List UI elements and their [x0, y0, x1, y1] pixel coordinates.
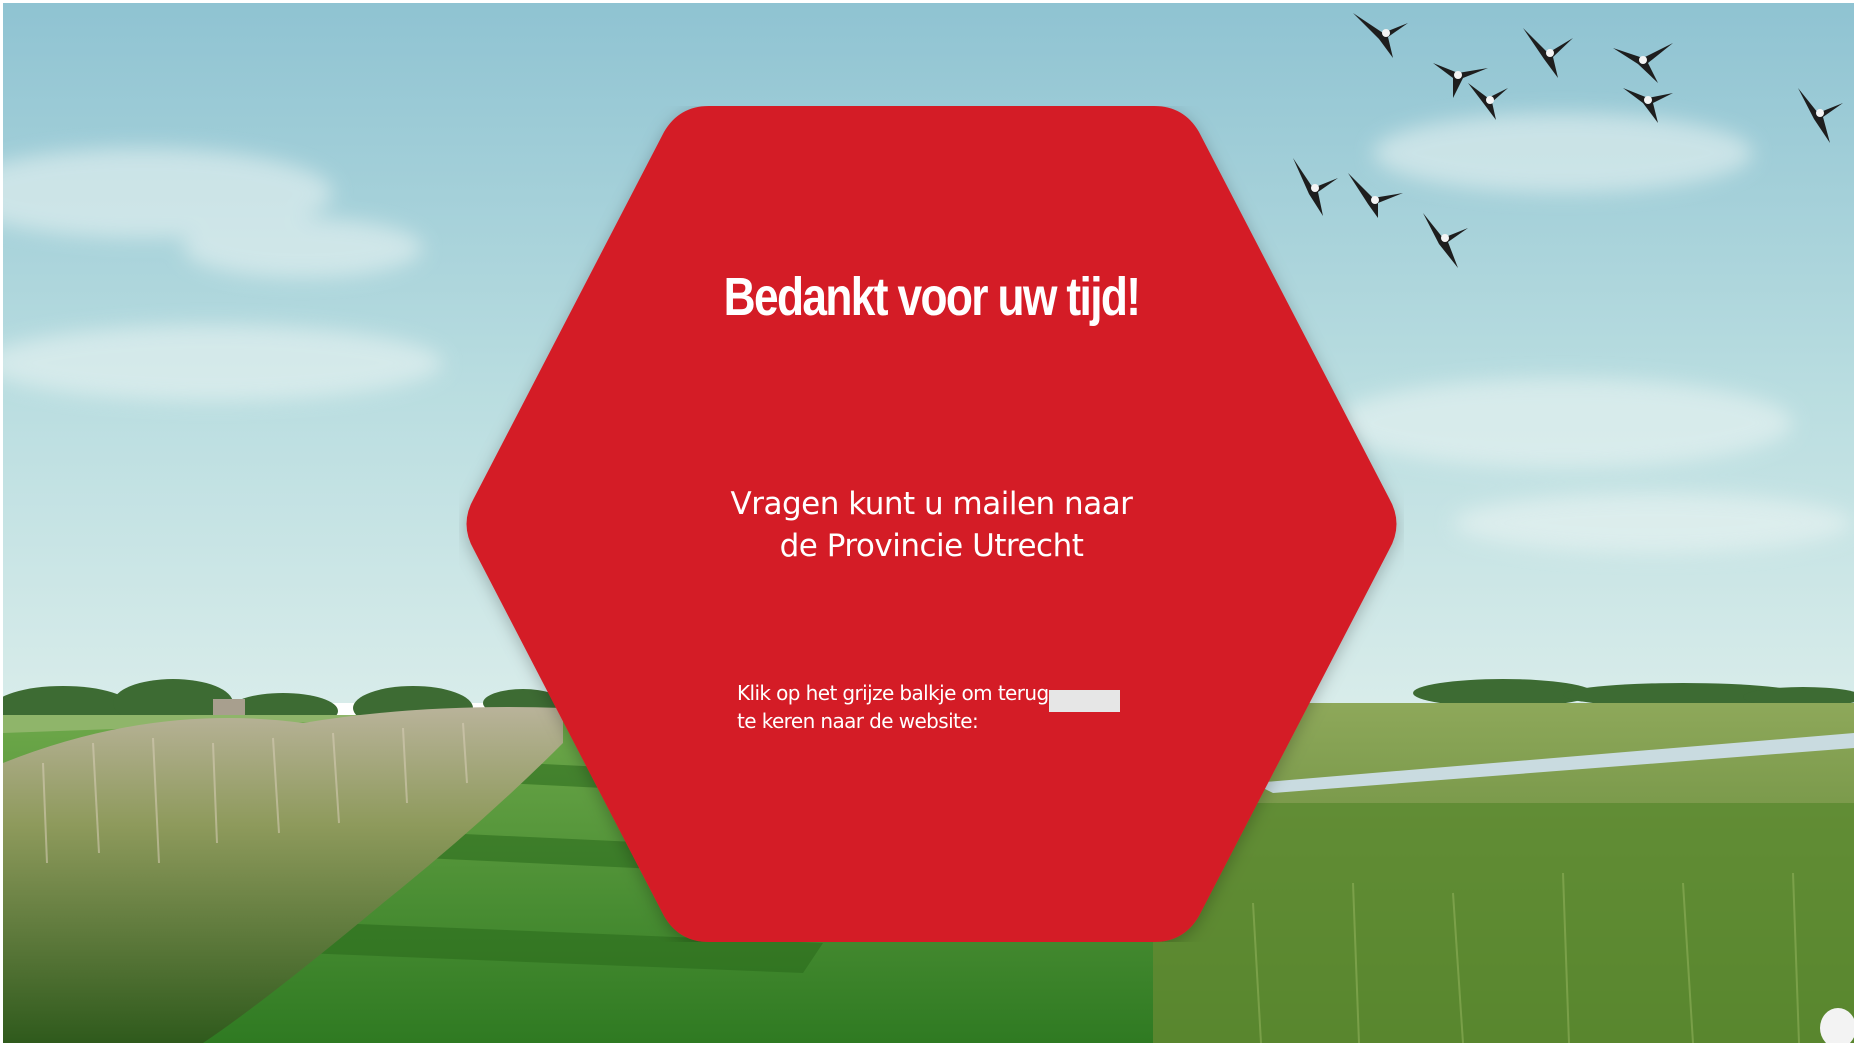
contact-line: Vragen kunt u mailen naar [730, 486, 1133, 522]
instruction-line: te keren naar de website: [737, 709, 979, 733]
survey-end-screen: Bedankt voor uw tijd! Vragen kunt u mail… [3, 3, 1854, 1043]
contact-line: de Provincie Utrecht [779, 528, 1084, 564]
contact-message: Vragen kunt u mailen naar de Provincie U… [459, 483, 1404, 567]
instruction-line: Klik op het grijze balkje om terug [737, 681, 1049, 705]
thank-you-hexagon-card: Bedankt voor uw tijd! Vragen kunt u mail… [459, 106, 1404, 942]
return-instruction: Klik op het grijze balkje om terug te ke… [737, 679, 1067, 735]
return-to-website-button[interactable] [1049, 690, 1120, 712]
page-title: Bedankt voor uw tijd! [723, 267, 1141, 327]
